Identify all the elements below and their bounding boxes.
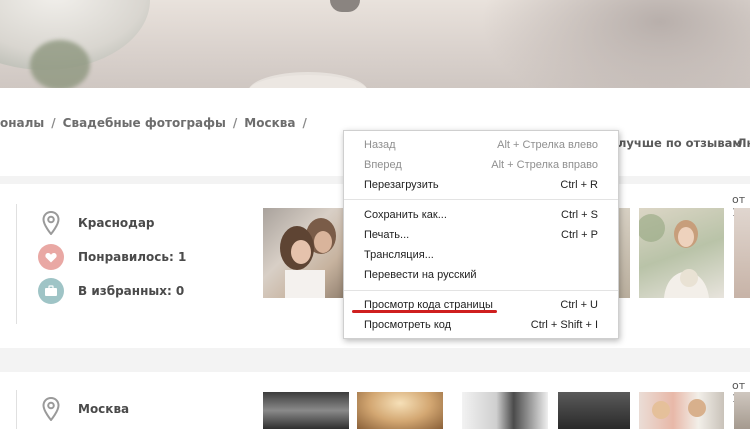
- likes-icon-wrap: [38, 244, 64, 270]
- card-favorites: В избранных: 0: [78, 284, 185, 298]
- portfolio-photo[interactable]: [619, 208, 630, 298]
- hero-banner: [0, 0, 750, 88]
- menu-item-print[interactable]: Печать... Ctrl + P: [344, 225, 618, 245]
- breadcrumb-item-professionals[interactable]: оналы: [0, 116, 44, 130]
- context-menu: Назад Alt + Стрелка влево Вперед Alt + С…: [343, 130, 619, 339]
- menu-item-cast[interactable]: Трансляция...: [344, 245, 618, 265]
- portfolio-photo[interactable]: [263, 208, 349, 298]
- card-city-row: Москва: [38, 396, 129, 422]
- menu-divider: [344, 199, 618, 200]
- briefcase-icon: [38, 278, 64, 304]
- menu-item-shortcut: Ctrl + P: [561, 229, 598, 241]
- breadcrumb-separator: /: [51, 116, 56, 130]
- portfolio-photo[interactable]: [734, 208, 750, 298]
- menu-divider: [344, 290, 618, 291]
- card-divider: [16, 204, 17, 324]
- menu-item-shortcut: Ctrl + S: [561, 209, 598, 221]
- portfolio-photo[interactable]: [639, 208, 724, 298]
- menu-item-shortcut: Alt + Стрелка влево: [497, 139, 598, 151]
- portfolio-photo[interactable]: [639, 392, 724, 429]
- menu-item-forward[interactable]: Вперед Alt + Стрелка вправо: [344, 155, 618, 175]
- menu-item-save-as[interactable]: Сохранить как... Ctrl + S: [344, 205, 618, 225]
- menu-item-label: Сохранить как...: [364, 209, 447, 221]
- menu-item-shortcut: Ctrl + U: [560, 299, 598, 311]
- card-city-row: Краснодар: [38, 210, 155, 236]
- breadcrumb: оналы / Свадебные фотографы / Москва /: [0, 116, 314, 130]
- card-favorites-row: В избранных: 0: [38, 278, 184, 304]
- location-pin-icon: [38, 396, 64, 422]
- card-likes: Понравилось: 1: [78, 250, 187, 264]
- hero-greenery-shape: [30, 40, 90, 88]
- menu-item-inspect[interactable]: Просмотреть код Ctrl + Shift + I: [344, 315, 618, 335]
- portfolio-photo[interactable]: [734, 392, 750, 429]
- portfolio-photo[interactable]: [462, 392, 548, 429]
- menu-item-label: Просмотреть код: [364, 319, 452, 331]
- favorites-icon-wrap: [38, 278, 64, 304]
- menu-item-label: Печать...: [364, 229, 410, 241]
- menu-item-label: Перезагрузить: [364, 179, 439, 191]
- breadcrumb-item-moscow[interactable]: Москва: [244, 116, 295, 130]
- menu-item-label: Назад: [364, 139, 396, 151]
- menu-item-translate[interactable]: Перевести на русский: [344, 265, 618, 285]
- hero-glass-shape: [248, 72, 368, 88]
- menu-item-label: Вперед: [364, 159, 402, 171]
- sort-option-next[interactable]: Лю: [737, 136, 750, 150]
- list-spacer: [0, 348, 750, 372]
- menu-item-shortcut: Ctrl + R: [560, 179, 598, 191]
- portfolio-photo[interactable]: [558, 392, 630, 429]
- menu-item-label: Перевести на русский: [364, 269, 477, 281]
- card-divider: [16, 390, 17, 429]
- menu-item-shortcut: Alt + Стрелка вправо: [491, 159, 598, 171]
- hero-glass-rim-shape: [330, 0, 360, 12]
- breadcrumb-item-wedding-photographers[interactable]: Свадебные фотографы: [63, 116, 226, 130]
- portfolio-photo[interactable]: [263, 392, 349, 429]
- sort-by-reviews[interactable]: лучше по отзывам: [618, 136, 742, 150]
- card-likes-row: Понравилось: 1: [38, 244, 186, 270]
- hero-shadow-shape: [480, 0, 750, 88]
- portfolio-photo[interactable]: [357, 392, 443, 429]
- menu-item-label: Трансляция...: [364, 249, 434, 261]
- annotation-underline: [352, 310, 497, 313]
- card-city: Краснодар: [78, 216, 155, 230]
- menu-item-reload[interactable]: Перезагрузить Ctrl + R: [344, 175, 618, 195]
- menu-item-shortcut: Ctrl + Shift + I: [530, 319, 598, 331]
- breadcrumb-separator: /: [302, 116, 307, 130]
- breadcrumb-separator: /: [232, 116, 238, 130]
- location-pin-icon: [38, 210, 64, 236]
- menu-item-back[interactable]: Назад Alt + Стрелка влево: [344, 135, 618, 155]
- heart-icon: [38, 244, 64, 270]
- card-city: Москва: [78, 402, 130, 416]
